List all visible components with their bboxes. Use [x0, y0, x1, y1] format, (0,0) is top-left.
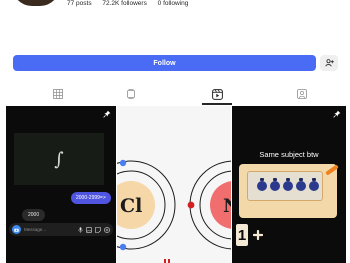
game-board	[239, 164, 339, 218]
reel-post-2[interactable]: Cl N	[117, 106, 231, 263]
atom-illustration: Cl N	[117, 159, 231, 263]
message-placeholder: Message...	[24, 227, 47, 232]
bomb-icon	[309, 178, 319, 191]
gallery-icon	[86, 226, 92, 233]
profile-stats: 77 posts 72.2K followers 0 following	[67, 0, 197, 7]
posts-count[interactable]: 77 posts	[67, 0, 92, 7]
suggested-users-button[interactable]	[320, 55, 338, 71]
pin-icon	[103, 110, 111, 118]
chat-image-panel: ∫	[14, 133, 104, 185]
feed-icon	[127, 89, 135, 99]
tab-tagged[interactable]	[244, 84, 350, 104]
plus-icon	[253, 230, 263, 240]
integral-symbol: ∫	[54, 148, 64, 170]
profile-tabs	[0, 84, 350, 105]
orange-stick	[325, 164, 339, 176]
follow-button[interactable]: Follow	[13, 55, 316, 71]
profile-avatar[interactable]	[12, 0, 60, 6]
atom-left-symbol: Cl	[120, 195, 142, 217]
bomb-icon	[296, 178, 306, 191]
bomb-icon	[283, 178, 293, 191]
electron-dot	[119, 243, 127, 251]
following-count[interactable]: 0 following	[158, 0, 189, 7]
electron-dot-red	[187, 201, 195, 209]
camera-icon	[12, 225, 21, 234]
incoming-message-bubble: 2000	[22, 209, 46, 221]
add-icon	[104, 226, 110, 233]
add-person-icon	[324, 59, 334, 67]
reels-grid: ∫ 2000-2999=> 2000 Message... Cl Same su…	[0, 106, 350, 263]
bomb-icon	[257, 178, 267, 191]
bomb-icon	[270, 178, 280, 191]
digit-tile: 1	[236, 224, 248, 246]
composer-icons	[78, 226, 110, 233]
reel-post-3[interactable]: Same subject btw 1	[232, 106, 346, 263]
reels-icon	[211, 88, 223, 100]
microphone-icon	[78, 226, 83, 233]
reel-post-1[interactable]: ∫ 2000-2999=> 2000 Message...	[6, 106, 116, 263]
outgoing-message-bubble: 2000-2999=>	[71, 192, 111, 204]
bomb-tray	[247, 171, 323, 201]
electron-dot	[119, 159, 127, 167]
tagged-icon	[297, 89, 307, 99]
sticker-icon	[95, 226, 101, 233]
active-tab-indicator	[202, 103, 232, 105]
atom-right-symbol: N	[223, 195, 231, 217]
pin-icon	[333, 110, 341, 118]
grid-icon	[53, 89, 63, 99]
reel-caption: Same subject btw	[259, 150, 319, 159]
message-composer: Message...	[9, 223, 113, 236]
followers-count[interactable]: 72.2K followers	[102, 0, 146, 7]
